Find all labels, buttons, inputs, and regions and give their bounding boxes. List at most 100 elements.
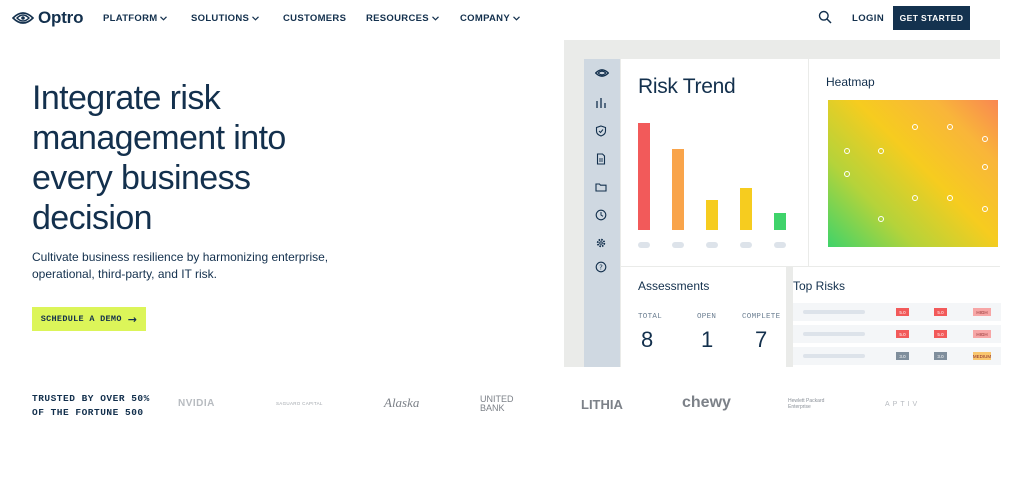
heatmap-dot bbox=[878, 216, 884, 222]
brand-chewy: chewy bbox=[682, 394, 731, 412]
search-icon[interactable] bbox=[818, 10, 832, 24]
folder-icon[interactable] bbox=[595, 181, 607, 193]
heatmap-dot bbox=[982, 164, 988, 170]
svg-text:?: ? bbox=[599, 263, 603, 271]
stat-open-value: 1 bbox=[701, 327, 714, 352]
nav-platform[interactable]: PLATFORM bbox=[103, 13, 168, 24]
risk-name-placeholder bbox=[803, 332, 865, 336]
get-started-button[interactable]: GET STARTED bbox=[893, 6, 970, 30]
top-risks-card: Top Risks 5.0 5.0 HIGH 5.0 5.0 HIGH 3.0 3.0 MEDI… bbox=[793, 267, 1001, 367]
trusted-by-text: TRUSTED BY OVER 50% OF THE FORTUNE 500 bbox=[32, 393, 150, 418]
top-nav: Optro PLATFORM SOLUTIONS CUSTOMERS RESOU… bbox=[0, 0, 1024, 36]
brand-united-bank-label: UNITED BANK bbox=[480, 394, 514, 413]
risk-trend-bar bbox=[672, 149, 684, 230]
bar-label-placeholder bbox=[672, 242, 684, 248]
risk-score-badge: 5.0 bbox=[934, 330, 947, 338]
heatmap-grid bbox=[828, 100, 998, 247]
stat-total-value: 8 bbox=[641, 327, 654, 352]
eye-logo-icon bbox=[12, 12, 34, 24]
chevron-down-icon bbox=[160, 16, 168, 21]
brand-lithia-label: LITHIA bbox=[581, 397, 623, 412]
brand-aptiv-label: APTIV bbox=[885, 401, 921, 408]
bar-chart-icon[interactable] bbox=[595, 97, 607, 109]
risk-trend-bar bbox=[774, 213, 786, 230]
heatmap-dot bbox=[947, 195, 953, 201]
risk-score-badge: 3.0 bbox=[934, 352, 947, 360]
top-risks-title: Top Risks bbox=[793, 279, 846, 293]
arrow-right-icon: → bbox=[127, 312, 138, 326]
heatmap-dot bbox=[947, 124, 953, 130]
brand-saguaro: SAGUARO CAPITAL bbox=[276, 401, 323, 406]
hero-subtitle: Cultivate business resilience by harmoni… bbox=[32, 250, 329, 281]
bar-label-placeholder bbox=[706, 242, 718, 248]
logo[interactable]: Optro bbox=[12, 8, 83, 28]
stat-total-label: TOTAL bbox=[638, 313, 663, 321]
brand-nvidia: NVIDIA bbox=[178, 398, 215, 409]
nav-company[interactable]: COMPANY bbox=[460, 13, 520, 24]
brand-hpe: Hewlett Packard Enterprise bbox=[788, 398, 838, 410]
stat-open-label: OPEN bbox=[697, 313, 717, 321]
heatmap-dot bbox=[844, 171, 850, 177]
assessments-card: Assessments TOTAL 8 OPEN 1 COMPLETE 7 bbox=[621, 267, 786, 367]
risk-name-placeholder bbox=[803, 354, 865, 358]
chevron-down-icon bbox=[431, 16, 439, 21]
heatmap-dot bbox=[878, 148, 884, 154]
help-icon[interactable]: ? bbox=[595, 261, 607, 273]
brand-hpe-label: Hewlett Packard Enterprise bbox=[788, 398, 825, 410]
brand-united-bank: UNITED BANK bbox=[480, 395, 532, 413]
risk-trend-card: Risk Trend bbox=[621, 59, 808, 266]
stat-complete-label: COMPLETE bbox=[742, 313, 781, 321]
risk-score-badge: 3.0 bbox=[896, 352, 909, 360]
brand-saguaro-label: SAGUARO CAPITAL bbox=[276, 401, 323, 406]
brand-alaska-label: Alaska bbox=[384, 395, 420, 410]
brand-aptiv: APTIV bbox=[885, 401, 920, 408]
risk-level-badge: HIGH bbox=[973, 330, 991, 338]
nav-platform-label: PLATFORM bbox=[103, 13, 158, 24]
assessments-title: Assessments bbox=[638, 279, 710, 293]
heatmap-dot bbox=[844, 148, 850, 154]
risk-row[interactable]: 5.0 5.0 HIGH bbox=[793, 303, 1001, 321]
heatmap-card: Heatmap bbox=[809, 59, 1000, 266]
nav-solutions-label: SOLUTIONS bbox=[191, 13, 250, 24]
risk-score-badge: 5.0 bbox=[896, 308, 909, 316]
heatmap-dot bbox=[982, 206, 988, 212]
eye-logo-icon bbox=[595, 69, 609, 77]
risk-trend-bar bbox=[706, 200, 718, 230]
brand-lithia: LITHIA bbox=[581, 397, 623, 412]
bar-label-placeholder bbox=[774, 242, 786, 248]
risk-level-badge: HIGH bbox=[973, 308, 991, 316]
nav-resources-label: RESOURCES bbox=[366, 13, 429, 24]
schedule-demo-button[interactable]: SCHEDULE A DEMO → bbox=[32, 307, 146, 331]
document-icon[interactable] bbox=[595, 153, 607, 165]
nav-customers[interactable]: CUSTOMERS bbox=[283, 13, 346, 24]
bar-label-placeholder bbox=[740, 242, 752, 248]
heatmap-dot bbox=[912, 124, 918, 130]
clock-icon[interactable] bbox=[595, 209, 607, 221]
risk-row[interactable]: 5.0 5.0 HIGH bbox=[793, 325, 1001, 343]
nav-solutions[interactable]: SOLUTIONS bbox=[191, 13, 260, 24]
logo-text: Optro bbox=[38, 8, 84, 27]
chevron-down-icon bbox=[252, 16, 260, 21]
nav-company-label: COMPANY bbox=[460, 13, 510, 24]
nav-resources[interactable]: RESOURCES bbox=[366, 13, 439, 24]
brand-nvidia-label: NVIDIA bbox=[178, 398, 215, 409]
hero-title: Integrate risk management into every bus… bbox=[32, 79, 286, 237]
nav-customers-label: CUSTOMERS bbox=[283, 13, 347, 24]
brand-chewy-label: chewy bbox=[682, 394, 731, 411]
risk-row[interactable]: 3.0 3.0 MEDIUM bbox=[793, 347, 1001, 365]
risk-name-placeholder bbox=[803, 310, 865, 314]
brand-alaska: Alaska bbox=[384, 395, 419, 411]
heatmap-dot bbox=[912, 195, 918, 201]
risk-trend-title: Risk Trend bbox=[638, 75, 736, 98]
risk-score-badge: 5.0 bbox=[934, 308, 947, 316]
risk-trend-bar bbox=[740, 188, 752, 230]
bar-label-placeholder bbox=[638, 242, 650, 248]
chevron-down-icon bbox=[513, 16, 520, 21]
login-link[interactable]: LOGIN bbox=[852, 13, 884, 24]
shield-icon[interactable] bbox=[595, 125, 607, 137]
risk-trend-bar bbox=[638, 123, 650, 230]
stat-complete-value: 7 bbox=[755, 327, 768, 352]
heatmap-title: Heatmap bbox=[826, 75, 875, 89]
heatmap-dot bbox=[982, 136, 988, 142]
gear-icon[interactable] bbox=[595, 237, 607, 249]
